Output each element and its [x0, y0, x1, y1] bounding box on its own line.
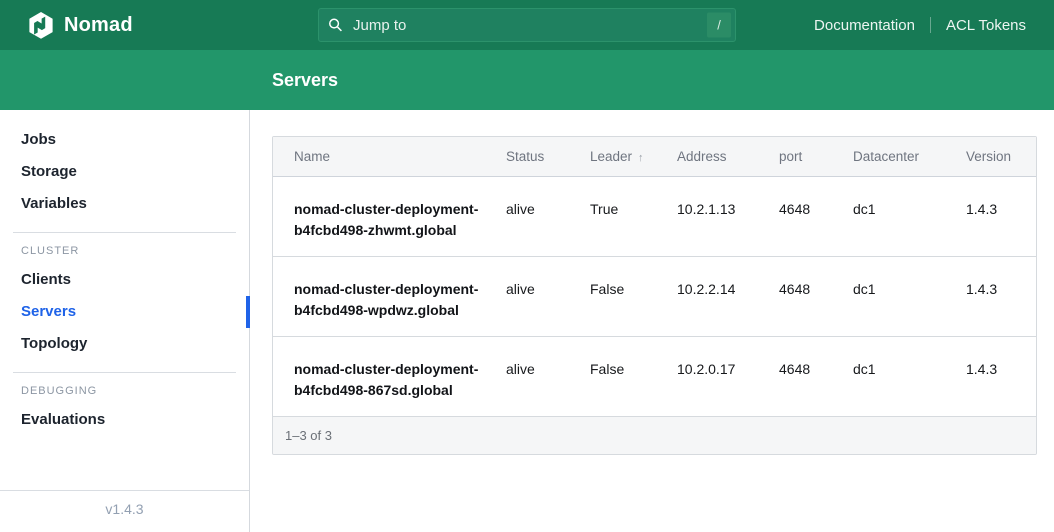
nav-divider [930, 17, 931, 33]
sidebar-item-evaluations[interactable]: Evaluations [0, 404, 249, 436]
server-status-cell: alive [506, 177, 590, 257]
server-row[interactable]: nomad-cluster-deployment-b4fcbd498-867sd… [273, 337, 1036, 417]
table-header-row: Name Status Leader ↑ Address port Datacen… [273, 137, 1036, 177]
sidebar-item-jobs[interactable]: Jobs [0, 124, 249, 156]
server-row[interactable]: nomad-cluster-deployment-b4fcbd498-wpdwz… [273, 257, 1036, 337]
column-header-datacenter[interactable]: Datacenter [853, 137, 966, 177]
server-address-cell: 10.2.1.13 [677, 177, 779, 257]
column-header-address[interactable]: Address [677, 137, 779, 177]
server-name-cell: nomad-cluster-deployment-b4fcbd498-867sd… [273, 337, 506, 417]
sidebar-section-debugging-label: DEBUGGING [0, 385, 249, 397]
server-name-cell: nomad-cluster-deployment-b4fcbd498-zhwmt… [273, 177, 506, 257]
nomad-logo-icon [28, 12, 54, 39]
sidebar-item-clients[interactable]: Clients [0, 264, 249, 296]
sort-ascending-icon: ↑ [638, 152, 644, 164]
page-header: Servers [0, 50, 1054, 110]
column-header-name[interactable]: Name [273, 137, 506, 177]
slash-shortcut-badge: / [707, 13, 731, 38]
servers-table: Name Status Leader ↑ Address port Datacen… [272, 136, 1037, 455]
sidebar-footer: v1.4.3 [0, 490, 249, 532]
brand-name: Nomad [64, 14, 133, 37]
column-header-leader[interactable]: Leader ↑ [590, 137, 677, 177]
column-header-leader-label: Leader [590, 149, 632, 164]
server-address-cell: 10.2.2.14 [677, 257, 779, 337]
column-header-status[interactable]: Status [506, 137, 590, 177]
page-title: Servers [272, 70, 338, 91]
pagination-bar: 1–3 of 3 [273, 416, 1036, 454]
server-datacenter-cell: dc1 [853, 177, 966, 257]
server-status-cell: alive [506, 257, 590, 337]
nav-link-acl-tokens[interactable]: ACL Tokens [946, 17, 1026, 34]
server-version-cell: 1.4.3 [966, 177, 1036, 257]
column-header-port[interactable]: port [779, 137, 853, 177]
server-leader-cell: False [590, 337, 677, 417]
server-leader-cell: False [590, 257, 677, 337]
sidebar-item-variables[interactable]: Variables [0, 188, 249, 220]
sidebar-divider [13, 372, 236, 373]
server-version-cell: 1.4.3 [966, 257, 1036, 337]
navbar-links: Documentation ACL Tokens [814, 17, 1026, 34]
server-port-cell: 4648 [779, 337, 853, 417]
version-label: v1.4.3 [105, 501, 143, 517]
server-port-cell: 4648 [779, 257, 853, 337]
sidebar-section-cluster-label: CLUSTER [0, 245, 249, 257]
column-header-version[interactable]: Version [966, 137, 1036, 177]
pagination-info: 1–3 of 3 [285, 428, 332, 443]
server-port-cell: 4648 [779, 177, 853, 257]
server-name-cell: nomad-cluster-deployment-b4fcbd498-wpdwz… [273, 257, 506, 337]
top-navbar: Nomad / Documentation ACL Tokens [0, 0, 1054, 50]
nomad-home-link[interactable]: Nomad [28, 12, 133, 39]
server-leader-cell: True [590, 177, 677, 257]
sidebar-item-storage[interactable]: Storage [0, 156, 249, 188]
nav-link-documentation[interactable]: Documentation [814, 17, 915, 34]
jump-to-input[interactable] [318, 8, 736, 42]
server-address-cell: 10.2.0.17 [677, 337, 779, 417]
sidebar-item-servers[interactable]: Servers [0, 296, 249, 328]
sidebar: Jobs Storage Variables CLUSTER Clients S… [0, 110, 250, 532]
main-content: Name Status Leader ↑ Address port Datacen… [250, 110, 1054, 532]
server-version-cell: 1.4.3 [966, 337, 1036, 417]
sidebar-divider [13, 232, 236, 233]
server-status-cell: alive [506, 337, 590, 417]
server-datacenter-cell: dc1 [853, 337, 966, 417]
server-datacenter-cell: dc1 [853, 257, 966, 337]
jump-to-search: / [318, 8, 736, 42]
sidebar-item-topology[interactable]: Topology [0, 328, 249, 360]
server-row[interactable]: nomad-cluster-deployment-b4fcbd498-zhwmt… [273, 177, 1036, 257]
